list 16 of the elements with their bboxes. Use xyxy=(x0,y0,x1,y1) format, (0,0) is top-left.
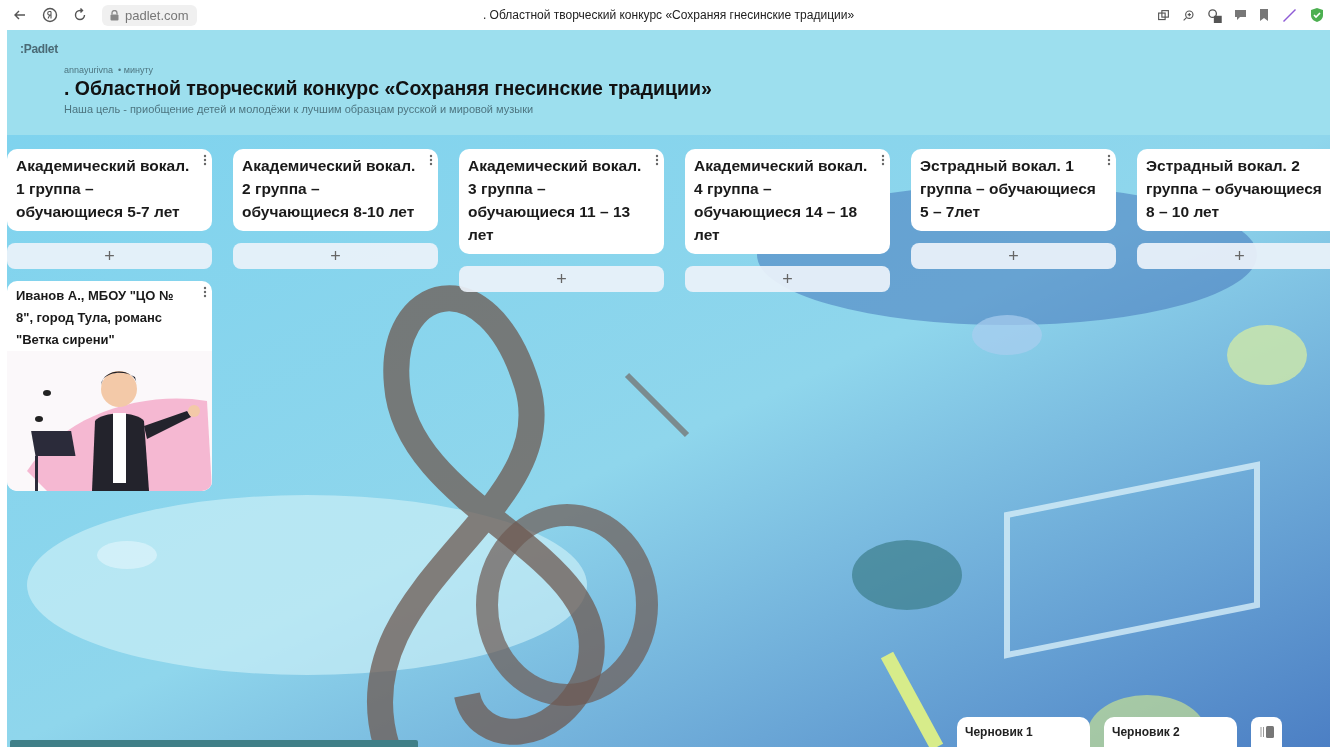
address-bar[interactable]: padlet.com xyxy=(102,4,197,26)
browser-logo-icon[interactable] xyxy=(42,7,58,23)
chat-icon[interactable] xyxy=(1234,9,1247,21)
extension-icon[interactable] xyxy=(1207,7,1222,23)
bookmark-icon[interactable] xyxy=(1259,9,1269,21)
author-meta: annayurivna • минуту xyxy=(64,65,155,75)
reload-icon[interactable] xyxy=(72,7,88,23)
shield-icon[interactable] xyxy=(1309,7,1325,23)
tabs-icon[interactable] xyxy=(1157,8,1170,22)
zoom-icon[interactable] xyxy=(1182,8,1195,22)
lock-icon xyxy=(110,9,119,21)
page-title: . Областной творческий конкурс «Сохраняя гнесинские традиции» xyxy=(482,8,855,22)
padlet-logo[interactable]: :Padlet xyxy=(20,42,1317,56)
url-text: padlet.com xyxy=(125,7,189,23)
board-description: Наша цель - приобщение детей и молодёжи к лучшим образцам русской и мировой музыки xyxy=(64,103,535,115)
board-title: . Областной творческий конкурс «Сохраняя гнесинские традиции» xyxy=(64,77,713,100)
